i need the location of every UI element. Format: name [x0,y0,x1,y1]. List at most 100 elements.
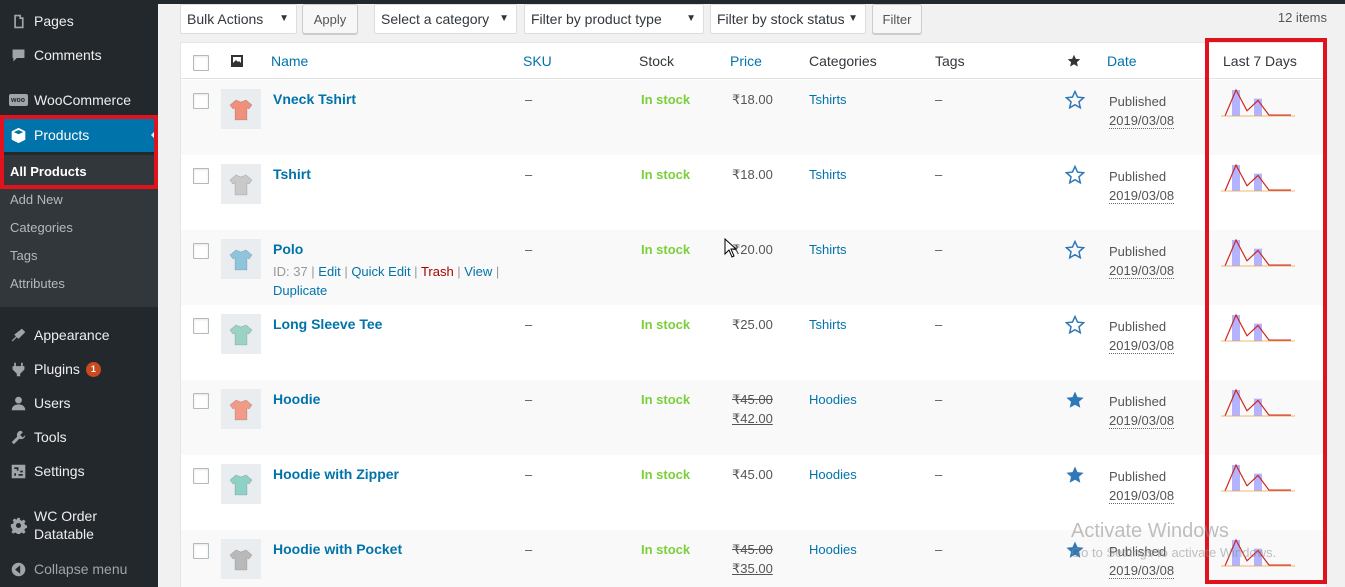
sidebar-item-pages[interactable]: Pages [0,4,158,38]
price-value: ₹18.00 [732,167,773,182]
sparkline-bar [1232,540,1240,566]
featured-star-icon[interactable] [1067,54,1081,68]
date-value: 2019/03/08 [1109,263,1175,279]
sidebar-item-appearance[interactable]: Appearance [0,318,158,352]
duplicate-link[interactable]: Duplicate [273,283,327,298]
category-link[interactable]: Tshirts [809,242,847,257]
filter-button[interactable]: Filter [872,4,922,34]
product-name-link[interactable]: Long Sleeve Tee [273,316,382,332]
trash-link[interactable]: Trash [421,264,454,279]
product-type-select[interactable]: Filter by product type ▼ [524,4,704,34]
sidebar-item-woocommerce[interactable]: woo WooCommerce [0,83,158,117]
column-sku[interactable]: SKU [523,53,552,69]
submenu-add-new[interactable]: Add New [10,192,63,207]
product-thumbnail[interactable] [221,164,261,204]
date-value: 2019/03/08 [1109,413,1175,429]
publish-status: Published [1109,94,1167,109]
publish-status: Published [1109,469,1167,484]
column-categories: Categories [809,53,877,69]
product-thumbnail[interactable] [221,464,261,504]
star-outline-icon[interactable] [1065,90,1085,110]
sidebar-item-label: Collapse menu [34,561,128,577]
chevron-down-icon: ▼ [848,13,858,24]
row-checkbox[interactable] [193,543,209,559]
product-name-link[interactable]: Hoodie [273,391,320,407]
category-link[interactable]: Tshirts [809,167,847,182]
featured-star-icon[interactable] [1065,465,1085,485]
category-link[interactable]: Tshirts [809,92,847,107]
sidebar-item-settings[interactable]: Settings [0,454,158,488]
stock-status: In stock [641,542,691,557]
sale-price: ₹35.00 [732,561,773,576]
sidebar-item-products[interactable]: Products [0,118,158,152]
stock-status-select[interactable]: Filter by stock status ▼ [710,4,866,34]
image-icon [231,55,243,67]
row-checkbox[interactable] [193,318,209,334]
items-count: 12 items [1277,10,1327,25]
product-name-link[interactable]: Vneck Tshirt [273,91,356,107]
sparkline-bar [1232,315,1240,341]
publish-status: Published [1109,319,1167,334]
product-thumbnail[interactable] [221,314,261,354]
users-icon [8,393,28,413]
category-link[interactable]: Tshirts [809,317,847,332]
product-thumbnail[interactable] [221,89,261,129]
sparkline-bar [1232,390,1240,416]
sidebar-item-users[interactable]: Users [0,386,158,420]
sidebar-item-tools[interactable]: Tools [0,420,158,454]
sku-value: – [525,242,533,257]
select-all-checkbox[interactable] [193,55,209,71]
sidebar-item-wc-order-datatable[interactable]: WC Order Datatable [0,500,158,550]
column-name[interactable]: Name [271,53,308,69]
table-row: Tshirt – In stock ₹18.00 Tshirts – Published 20… [181,155,1326,230]
row-checkbox[interactable] [193,243,209,259]
column-price[interactable]: Price [730,53,762,69]
product-thumbnail[interactable] [221,389,261,429]
sidebar-item-plugins[interactable]: Plugins 1 [0,352,158,386]
row-checkbox[interactable] [193,93,209,109]
category-link[interactable]: Hoodies [809,467,857,482]
collapse-menu-button[interactable]: Collapse menu [0,552,158,586]
sku-value: – [525,542,533,557]
star-outline-icon[interactable] [1065,315,1085,335]
publish-date: Published 2019/03/08 [1109,317,1175,355]
product-name-link[interactable]: Tshirt [273,166,311,182]
row-checkbox[interactable] [193,393,209,409]
product-thumbnail[interactable] [221,239,261,279]
bulk-actions-select[interactable]: Bulk Actions ▼ [180,4,297,34]
submenu-all-products[interactable]: All Products [10,164,87,179]
price-value: ₹45.00 [732,467,773,482]
row-checkbox[interactable] [193,168,209,184]
featured-star-icon[interactable] [1065,390,1085,410]
quick-edit-link[interactable]: Quick Edit [351,264,410,279]
product-shirt-icon [229,549,253,571]
edit-link[interactable]: Edit [318,264,340,279]
view-link[interactable]: View [464,264,492,279]
star-outline-icon[interactable] [1065,240,1085,260]
apply-button[interactable]: Apply [302,4,358,34]
product-thumbnail[interactable] [221,539,261,579]
product-shirt-icon [229,99,253,121]
column-date[interactable]: Date [1107,53,1137,69]
category-link[interactable]: Hoodies [809,392,857,407]
product-name-link[interactable]: Polo [273,241,303,257]
submenu-attributes[interactable]: Attributes [10,276,65,291]
column-tags: Tags [935,53,965,69]
product-name-link[interactable]: Hoodie with Zipper [273,466,399,482]
column-stock: Stock [639,53,675,69]
star-outline-icon[interactable] [1065,165,1085,185]
regular-price: ₹45.00 [732,542,773,557]
submenu-tags[interactable]: Tags [10,248,37,263]
category-select[interactable]: Select a category ▼ [374,4,517,34]
product-name-link[interactable]: Hoodie with Pocket [273,541,402,557]
price-cell: ₹18.00 [732,167,773,183]
tags-value: – [935,542,943,557]
featured-star-icon[interactable] [1065,540,1085,560]
admin-sidebar: Pages Comments woo WooCommerce Products … [0,0,158,587]
stock-status: In stock [641,467,691,482]
chevron-down-icon: ▼ [279,13,289,24]
submenu-categories[interactable]: Categories [10,220,73,235]
sidebar-item-comments[interactable]: Comments [0,38,158,72]
category-link[interactable]: Hoodies [809,542,857,557]
row-checkbox[interactable] [193,468,209,484]
